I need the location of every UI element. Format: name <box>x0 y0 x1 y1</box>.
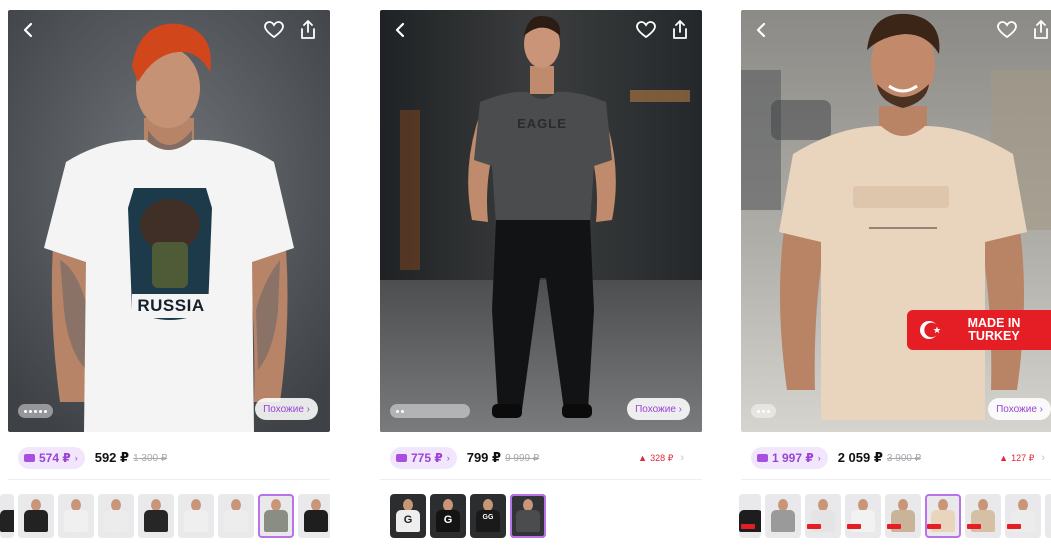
product-image <box>741 10 1051 432</box>
chevron-left-icon <box>395 22 405 38</box>
share-icon <box>301 20 315 39</box>
share-button[interactable] <box>668 18 692 42</box>
wallet-card-icon <box>396 454 407 462</box>
favorite-button[interactable] <box>995 18 1019 42</box>
chevron-left-icon <box>756 22 766 38</box>
old-price: 3 900 ₽ <box>886 452 922 464</box>
thumbnail-selected[interactable] <box>510 494 546 538</box>
thumbnail[interactable]: G <box>390 494 426 538</box>
heart-icon <box>264 21 284 39</box>
thumbnail-strip: G G GG <box>380 494 702 540</box>
share-button[interactable] <box>1029 18 1051 42</box>
share-icon <box>1034 20 1048 39</box>
thumbnail[interactable] <box>178 494 214 538</box>
thumbnail[interactable] <box>0 494 14 538</box>
gallery-indicator <box>751 404 776 418</box>
chevron-left-icon <box>23 22 33 38</box>
price-row: 1 997 ₽ › 2 059 ₽ 3 900 ₽ ▲ 127 ₽ › <box>741 436 1051 480</box>
current-price: 2 059 ₽ <box>837 450 883 465</box>
wallet-price-value: 775 ₽ <box>411 451 443 465</box>
thumbnail[interactable] <box>298 494 330 538</box>
thumbnail[interactable] <box>765 494 801 538</box>
price-row: 574 ₽ › 592 ₽ 1 300 ₽ <box>8 436 330 480</box>
product-card-1: RUSSIA Похожие › 574 ₽ › 592 ₽ 1 300 ₽ <box>0 10 330 547</box>
old-price: 1 300 ₽ <box>133 452 168 464</box>
heart-icon <box>997 21 1017 39</box>
wallet-price-chip[interactable]: 1 997 ₽ › <box>751 447 828 469</box>
product-card-2: EAGLE Похожие › 775 ₽ › 799 ₽ 9 999 ₽ ▲ <box>380 10 702 547</box>
product-card-3: MADE IN TURKEY Похожие › 1 997 ₽ › 2 059… <box>739 10 1051 547</box>
chevron-right-icon: › <box>817 453 821 463</box>
product-image <box>380 10 702 432</box>
similar-button[interactable]: Похожие › <box>255 398 318 420</box>
thumbnail[interactable]: GG <box>470 494 506 538</box>
thumbnail[interactable]: G <box>430 494 466 538</box>
rating-chip[interactable]: ▲ 127 ₽ › <box>999 452 1045 464</box>
wallet-card-icon <box>24 454 35 462</box>
turkey-flag-icon <box>920 321 941 339</box>
product-comparison-stage: RUSSIA Похожие › 574 ₽ › 592 ₽ 1 300 ₽ E… <box>0 0 1051 547</box>
favorite-button[interactable] <box>262 18 286 42</box>
thumbnail-selected[interactable] <box>258 494 294 538</box>
shirt-print-text: EAGLE <box>517 116 567 131</box>
thumbnail[interactable] <box>18 494 54 538</box>
made-in-turkey-badge: MADE IN TURKEY <box>907 310 1051 350</box>
thumbnail[interactable] <box>965 494 1001 538</box>
chevron-right-icon: › <box>74 453 78 463</box>
triangle-up-icon: ▲ <box>999 453 1009 463</box>
gallery-indicator <box>390 404 470 418</box>
wallet-price-chip[interactable]: 574 ₽ › <box>18 447 85 469</box>
current-price: 592 ₽ <box>94 450 130 465</box>
thumbnail-strip <box>0 494 330 540</box>
chevron-right-icon: › <box>1041 452 1045 464</box>
favorite-button[interactable] <box>634 18 658 42</box>
badge-line-2: TURKEY <box>968 329 1020 343</box>
gallery-indicator <box>18 404 53 418</box>
thumbnail[interactable] <box>58 494 94 538</box>
product-photo[interactable]: MADE IN TURKEY Похожие › <box>741 10 1051 432</box>
shirt-print-text: RUSSIA <box>137 296 205 315</box>
thumbnail-strip <box>739 494 1051 540</box>
triangle-up-icon: ▲ <box>638 453 648 463</box>
back-button[interactable] <box>16 18 40 42</box>
similar-button[interactable]: Похожие › <box>627 398 690 420</box>
price-row: 775 ₽ › 799 ₽ 9 999 ₽ ▲ 328 ₽ › <box>380 436 702 480</box>
product-image <box>8 10 330 432</box>
chevron-right-icon: › <box>446 453 450 463</box>
heart-icon <box>636 21 656 39</box>
thumbnail[interactable] <box>739 494 761 538</box>
thumbnail-selected[interactable] <box>925 494 961 538</box>
wallet-price-value: 574 ₽ <box>39 451 71 465</box>
wallet-card-icon <box>757 454 768 462</box>
thumbnail[interactable] <box>845 494 881 538</box>
share-icon <box>673 20 687 39</box>
rating-value: 127 ₽ <box>1011 452 1035 463</box>
thumbnail[interactable] <box>218 494 254 538</box>
back-button[interactable] <box>388 18 412 42</box>
thumbnail[interactable] <box>805 494 841 538</box>
thumbnail[interactable] <box>1045 494 1051 538</box>
wallet-price-value: 1 997 ₽ <box>772 451 814 465</box>
share-button[interactable] <box>296 18 320 42</box>
thumbnail[interactable] <box>1005 494 1041 538</box>
product-photo[interactable]: EAGLE Похожие › <box>380 10 702 432</box>
rating-chip[interactable]: ▲ 328 ₽ › <box>638 452 684 464</box>
product-photo[interactable]: RUSSIA Похожие › <box>8 10 330 432</box>
chevron-right-icon: › <box>680 452 684 464</box>
rating-value: 328 ₽ <box>650 452 674 463</box>
wallet-price-chip[interactable]: 775 ₽ › <box>390 447 457 469</box>
old-price: 9 999 ₽ <box>505 452 540 464</box>
similar-button[interactable]: Похожие › <box>988 398 1051 420</box>
back-button[interactable] <box>749 18 773 42</box>
thumbnail[interactable] <box>138 494 174 538</box>
thumbnail[interactable] <box>885 494 921 538</box>
current-price: 799 ₽ <box>466 450 502 465</box>
thumbnail[interactable] <box>98 494 134 538</box>
